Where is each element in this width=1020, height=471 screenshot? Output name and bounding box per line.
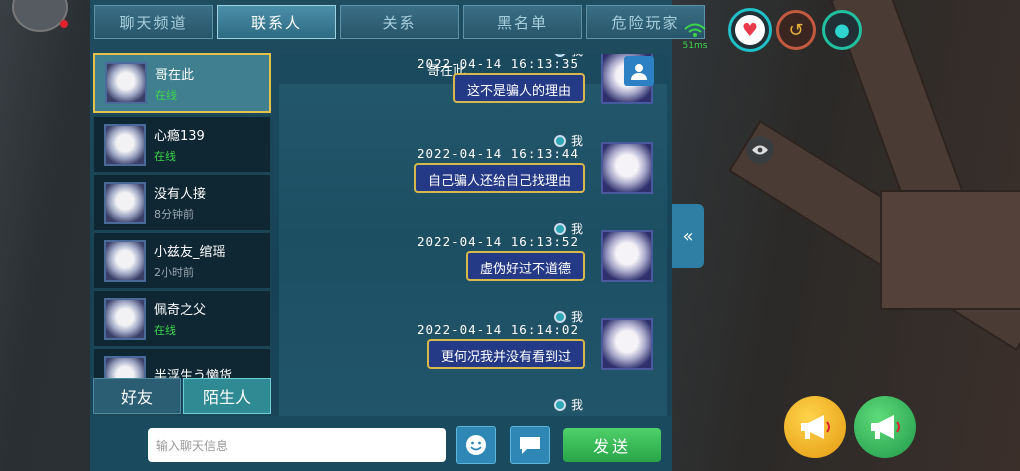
contact-status: 2小时前 [154, 266, 194, 279]
chat-input[interactable]: 输入聊天信息 [148, 428, 446, 462]
quick-chat-button[interactable] [510, 426, 550, 464]
timestamp: 2022-04-14 16:14:02 [417, 322, 579, 337]
timestamp: 2022-04-14 16:13:44 [417, 146, 579, 161]
timestamp: 2022-04-14 16:13:35 [417, 56, 579, 71]
sender-icon [553, 134, 566, 147]
chat-message: 我 2022-04-14 16:13:35 这不是骗人的理由 [359, 54, 659, 122]
ping-text: 51ms [682, 41, 708, 51]
contact-status: 8分钟前 [154, 208, 194, 221]
avatar [601, 318, 653, 370]
avatar [105, 62, 147, 104]
message-bubble[interactable]: 更何况我并没有看到过 [426, 339, 585, 369]
bottom-tab-bar: 好友 陌生人 [93, 378, 271, 414]
timestamp: 2022-04-14 16:13:52 [417, 234, 579, 249]
sender-icon [553, 222, 566, 235]
tab-blacklist[interactable]: 黑名单 [463, 5, 582, 39]
health-button[interactable]: ♥ [728, 8, 772, 52]
contact-item[interactable]: 半浮生う懒货 [93, 348, 271, 378]
person-icon [631, 64, 647, 80]
avatar [104, 355, 146, 378]
contact-name: 心瘾139 [154, 129, 205, 144]
megaphone-icon [871, 415, 900, 439]
contact-list[interactable]: 哥在此 在线 心瘾139 在线 没有人接 8分钟前 小兹友_绾瑶 2小时前 佩奇之父 在线… [93, 52, 271, 378]
sender: 我 [553, 396, 583, 413]
chat-message: 我 2022-04-14 16:14:02 更何况我并没有看到过 [359, 308, 659, 388]
avatar [104, 123, 146, 166]
tab-contacts[interactable]: 联系人 [217, 5, 336, 39]
water-drop-icon: ● [834, 19, 850, 41]
top-tab-bar: 聊天频道 联系人 关系 黑名单 危险玩家 [94, 5, 705, 39]
contact-status: 在线 [154, 150, 176, 163]
tab-friends[interactable]: 好友 [93, 378, 181, 414]
world-broadcast-button[interactable] [784, 396, 846, 458]
avatar [104, 297, 146, 340]
notification-dot [60, 20, 68, 28]
avatar [601, 142, 653, 194]
contact-status: 在线 [155, 88, 177, 102]
emoji-button[interactable] [456, 426, 496, 464]
eye-icon [752, 145, 768, 155]
double-chevron-left-icon: « [682, 225, 694, 247]
send-button[interactable]: 发送 [563, 428, 661, 462]
message-bubble[interactable]: 虚伪好过不道德 [465, 251, 585, 281]
chat-message: 我 2022-04-14 16:13:52 虚伪好过不道德 [359, 220, 659, 300]
contact-item[interactable]: 小兹友_绾瑶 2小时前 [93, 232, 271, 289]
contact-item[interactable]: 心瘾139 在线 [93, 116, 271, 173]
chat-log[interactable]: 哥在此 我 2022-04-14 16:13:35 这不是骗人的理由 我 202… [279, 54, 667, 416]
message-bubble[interactable]: 自己骗人还给自己找理由 [413, 163, 585, 193]
contact-name: 半浮生う懒货 [154, 369, 233, 378]
eye-button[interactable] [746, 136, 774, 164]
contact-name: 佩奇之父 [154, 303, 207, 318]
heart-icon: ♥ [735, 15, 765, 45]
hydration-button[interactable]: ● [822, 10, 862, 50]
avatar [601, 230, 653, 282]
sender-icon [553, 310, 566, 323]
contact-item[interactable]: 佩奇之父 在线 [93, 290, 271, 347]
arm-icon: ↺ [788, 19, 804, 41]
megaphone-icon [801, 415, 830, 439]
sender-name: 我 [570, 398, 583, 412]
chat-message: 我 2022-04-14 16:13:44 自己骗人还给自己找理由 [359, 132, 659, 212]
tab-relations[interactable]: 关系 [340, 5, 459, 39]
chat-bubble-icon [520, 437, 540, 454]
contact-name: 小兹友_绾瑶 [154, 245, 226, 260]
sender-icon [553, 398, 566, 411]
network-status: 51ms [678, 22, 712, 52]
contact-item[interactable]: 哥在此 在线 [93, 53, 271, 113]
contact-name: 哥在此 [155, 67, 195, 83]
tab-chat-channel[interactable]: 聊天频道 [94, 5, 213, 39]
avatar [104, 239, 146, 282]
emoji-icon [466, 435, 486, 455]
tab-strangers[interactable]: 陌生人 [183, 378, 271, 414]
message-bubble[interactable]: 这不是骗人的理由 [452, 73, 585, 103]
contact-status: 在线 [154, 324, 176, 337]
avatar [104, 181, 146, 224]
chat-message: 我 [359, 396, 659, 416]
stamina-button[interactable]: ↺ [776, 10, 816, 50]
contact-card-button[interactable] [624, 56, 654, 86]
collapse-panel-button[interactable]: « [672, 204, 704, 268]
wood-plank [880, 190, 1020, 310]
broadcast-button[interactable] [854, 396, 916, 458]
wifi-icon [684, 23, 706, 37]
contact-name: 没有人接 [154, 187, 207, 202]
contact-item[interactable]: 没有人接 8分钟前 [93, 174, 271, 231]
